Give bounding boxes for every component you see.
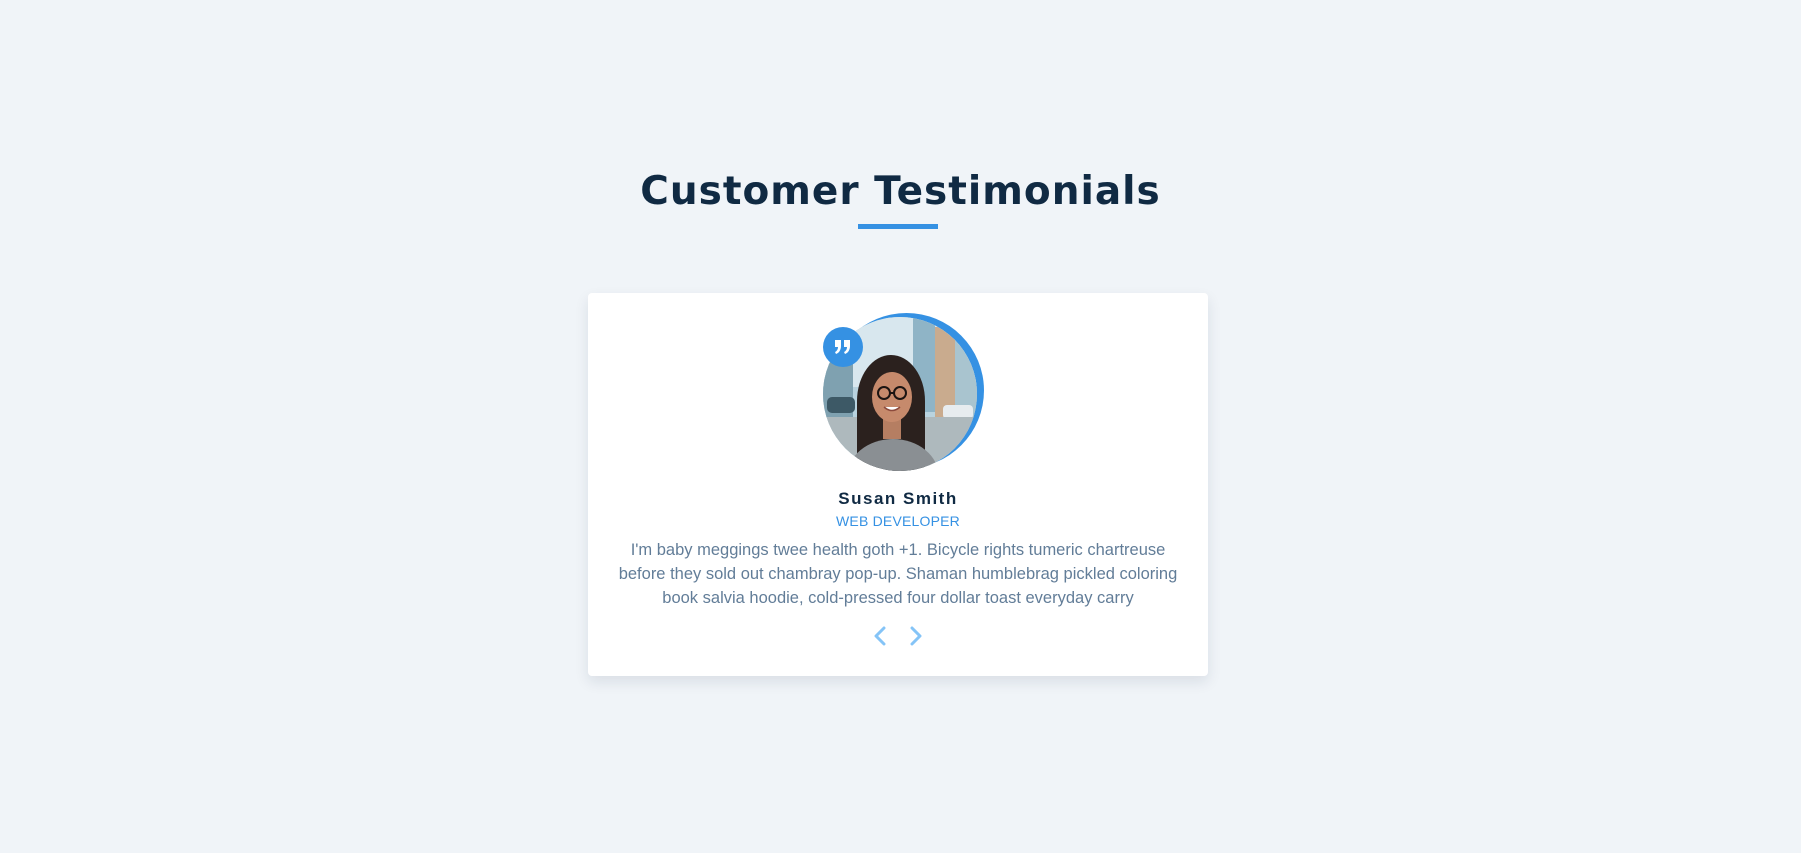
chevron-left-icon xyxy=(874,626,886,646)
prev-button[interactable] xyxy=(871,625,889,647)
testimonial-card: Susan Smith WEB DEVELOPER I'm baby meggi… xyxy=(588,293,1208,676)
title-underline xyxy=(858,224,938,229)
testimonial-nav xyxy=(588,625,1208,647)
testimonial-text: I'm baby meggings twee health goth +1. B… xyxy=(618,541,1178,607)
chevron-right-icon xyxy=(910,626,922,646)
page: Customer Testimonials Susan Smith WEB DE… xyxy=(0,0,1801,853)
section-title: Customer Testimonials xyxy=(640,169,1161,214)
person-name: Susan Smith xyxy=(838,489,958,508)
quote-icon xyxy=(835,340,850,354)
quote-badge xyxy=(823,327,863,367)
person-job: WEB DEVELOPER xyxy=(836,513,960,529)
avatar-container xyxy=(823,313,984,473)
next-button[interactable] xyxy=(907,625,925,647)
